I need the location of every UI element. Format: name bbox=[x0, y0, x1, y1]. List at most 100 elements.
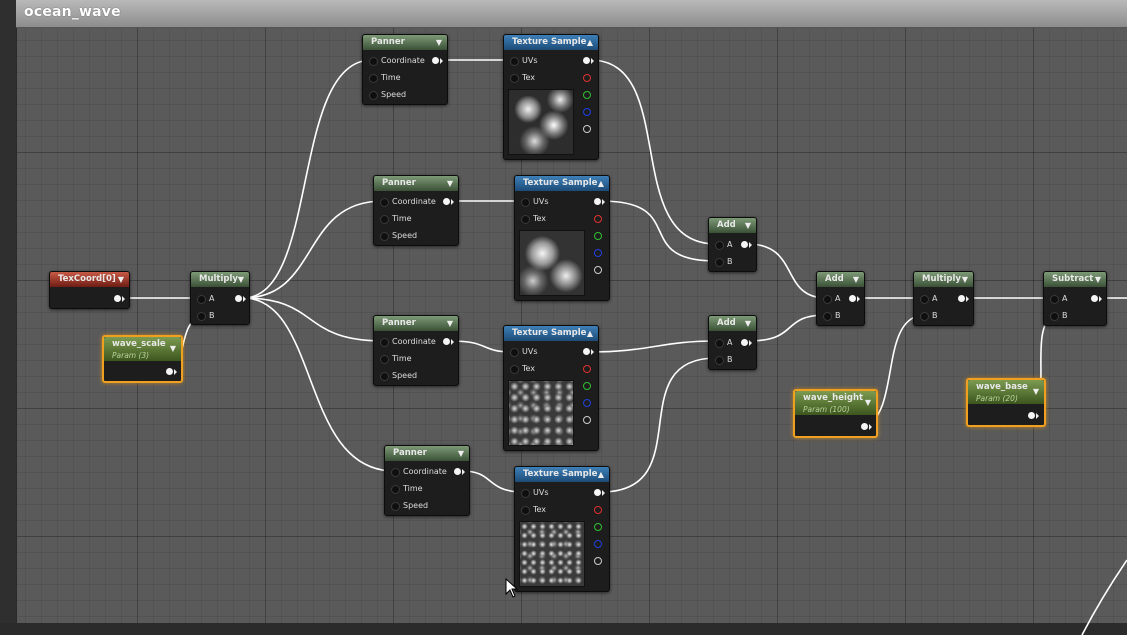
input-pin-a[interactable] bbox=[920, 295, 929, 304]
input-pin-speed[interactable] bbox=[380, 372, 389, 381]
input-pin-coordinate[interactable] bbox=[380, 198, 389, 207]
output-pin-alpha[interactable] bbox=[594, 557, 602, 565]
output-pin-rgb[interactable] bbox=[583, 348, 590, 355]
output-pin-blue[interactable] bbox=[583, 399, 591, 407]
input-pin-time[interactable] bbox=[380, 215, 389, 224]
collapse-icon[interactable]: ▲ bbox=[598, 471, 604, 479]
texture-sample-node-4[interactable]: Texture Sample ▲ UVs Tex bbox=[514, 466, 610, 592]
input-pin-tex[interactable] bbox=[521, 506, 530, 515]
collapse-icon[interactable]: ▼ bbox=[238, 276, 244, 284]
panner-node-2[interactable]: Panner ▼ Coordinate Time Speed bbox=[373, 175, 459, 246]
input-pin-time[interactable] bbox=[391, 485, 400, 494]
input-pin-time[interactable] bbox=[380, 355, 389, 364]
output-pin[interactable] bbox=[741, 339, 748, 346]
output-pin[interactable] bbox=[432, 57, 439, 64]
wave-height-param-node[interactable]: wave_height Param (100) ▼ bbox=[793, 389, 878, 438]
collapse-icon[interactable]: ▼ bbox=[745, 320, 751, 328]
texture-sample-node-1[interactable]: Texture Sample ▲ UVs Tex bbox=[503, 34, 599, 160]
output-pin-red[interactable] bbox=[583, 365, 591, 373]
output-pin[interactable] bbox=[114, 295, 121, 302]
output-pin-alpha[interactable] bbox=[583, 416, 591, 424]
input-pin-time[interactable] bbox=[369, 74, 378, 83]
collapse-icon[interactable]: ▼ bbox=[1095, 276, 1101, 284]
output-pin[interactable] bbox=[861, 423, 868, 430]
collapse-icon[interactable]: ▼ bbox=[865, 399, 871, 407]
input-pin-uvs[interactable] bbox=[510, 57, 519, 66]
input-pin-b[interactable] bbox=[823, 312, 832, 321]
input-pin-speed[interactable] bbox=[369, 91, 378, 100]
output-pin[interactable] bbox=[166, 368, 173, 375]
collapse-icon[interactable]: ▼ bbox=[170, 345, 176, 353]
output-pin-alpha[interactable] bbox=[583, 125, 591, 133]
output-pin-rgb[interactable] bbox=[594, 489, 601, 496]
input-pin-a[interactable] bbox=[823, 295, 832, 304]
texture-sample-node-2[interactable]: Texture Sample ▲ UVs Tex bbox=[514, 175, 610, 301]
panner-node-3[interactable]: Panner ▼ Coordinate Time Speed bbox=[373, 315, 459, 386]
texture-sample-node-3[interactable]: Texture Sample ▲ UVs Tex bbox=[503, 325, 599, 451]
output-pin-red[interactable] bbox=[594, 506, 602, 514]
collapse-icon[interactable]: ▼ bbox=[962, 276, 968, 284]
collapse-icon[interactable]: ▼ bbox=[447, 180, 453, 188]
output-pin-green[interactable] bbox=[594, 232, 602, 240]
input-pin-a[interactable] bbox=[1050, 295, 1059, 304]
output-pin[interactable] bbox=[443, 338, 450, 345]
output-pin[interactable] bbox=[235, 295, 242, 302]
multiply-node-1[interactable]: Multiply ▼ A B bbox=[190, 271, 250, 325]
collapse-icon[interactable]: ▼ bbox=[436, 39, 442, 47]
output-pin-rgb[interactable] bbox=[594, 198, 601, 205]
panner-node-1[interactable]: Panner ▼ Coordinate Time Speed bbox=[362, 34, 448, 105]
multiply-node-2[interactable]: Multiply ▼ A B bbox=[913, 271, 974, 326]
output-pin-rgb[interactable] bbox=[583, 57, 590, 64]
output-pin-green[interactable] bbox=[583, 91, 591, 99]
input-pin-uvs[interactable] bbox=[521, 489, 530, 498]
output-pin[interactable] bbox=[849, 295, 856, 302]
output-pin-alpha[interactable] bbox=[594, 266, 602, 274]
input-pin-uvs[interactable] bbox=[521, 198, 530, 207]
input-pin-b[interactable] bbox=[197, 312, 206, 321]
input-pin-a[interactable] bbox=[197, 295, 206, 304]
input-pin-tex[interactable] bbox=[521, 215, 530, 224]
output-pin-green[interactable] bbox=[583, 382, 591, 390]
collapse-icon[interactable]: ▼ bbox=[447, 320, 453, 328]
collapse-icon[interactable]: ▼ bbox=[853, 276, 859, 284]
input-pin-b[interactable] bbox=[715, 356, 724, 365]
subtract-node[interactable]: Subtract ▼ A B bbox=[1043, 271, 1107, 326]
output-pin[interactable] bbox=[741, 241, 748, 248]
wave-scale-param-node[interactable]: wave_scale Param (3) ▼ bbox=[102, 335, 183, 383]
input-pin-coordinate[interactable] bbox=[391, 468, 400, 477]
input-pin-a[interactable] bbox=[715, 241, 724, 250]
add-node-3[interactable]: Add ▼ A B bbox=[816, 271, 865, 326]
input-pin-coordinate[interactable] bbox=[380, 338, 389, 347]
add-node-2[interactable]: Add ▼ A B bbox=[708, 315, 757, 370]
output-pin-blue[interactable] bbox=[583, 108, 591, 116]
panner-node-4[interactable]: Panner ▼ Coordinate Time Speed bbox=[384, 445, 470, 516]
collapse-icon[interactable]: ▲ bbox=[587, 330, 593, 338]
input-pin-coordinate[interactable] bbox=[369, 57, 378, 66]
collapse-icon[interactable]: ▼ bbox=[745, 222, 751, 230]
texcoord-node[interactable]: TexCoord[0] ▼ bbox=[49, 271, 130, 309]
input-pin-b[interactable] bbox=[920, 312, 929, 321]
collapse-icon[interactable]: ▲ bbox=[587, 39, 593, 47]
collapse-icon[interactable]: ▼ bbox=[118, 276, 124, 284]
input-pin-tex[interactable] bbox=[510, 365, 519, 374]
input-pin-b[interactable] bbox=[715, 258, 724, 267]
collapse-icon[interactable]: ▼ bbox=[1033, 388, 1039, 396]
input-pin-speed[interactable] bbox=[380, 232, 389, 241]
collapse-icon[interactable]: ▼ bbox=[458, 450, 464, 458]
collapse-icon[interactable]: ▲ bbox=[598, 180, 604, 188]
output-pin-red[interactable] bbox=[594, 215, 602, 223]
output-pin[interactable] bbox=[1028, 412, 1035, 419]
output-pin-blue[interactable] bbox=[594, 249, 602, 257]
add-node-1[interactable]: Add ▼ A B bbox=[708, 217, 757, 272]
input-pin-a[interactable] bbox=[715, 339, 724, 348]
output-pin-blue[interactable] bbox=[594, 540, 602, 548]
input-pin-b[interactable] bbox=[1050, 312, 1059, 321]
output-pin[interactable] bbox=[1091, 295, 1098, 302]
output-pin[interactable] bbox=[443, 198, 450, 205]
output-pin[interactable] bbox=[958, 295, 965, 302]
wave-base-param-node[interactable]: wave_base Param (20) ▼ bbox=[966, 378, 1046, 427]
output-pin-red[interactable] bbox=[583, 74, 591, 82]
input-pin-uvs[interactable] bbox=[510, 348, 519, 357]
output-pin[interactable] bbox=[454, 468, 461, 475]
output-pin-green[interactable] bbox=[594, 523, 602, 531]
